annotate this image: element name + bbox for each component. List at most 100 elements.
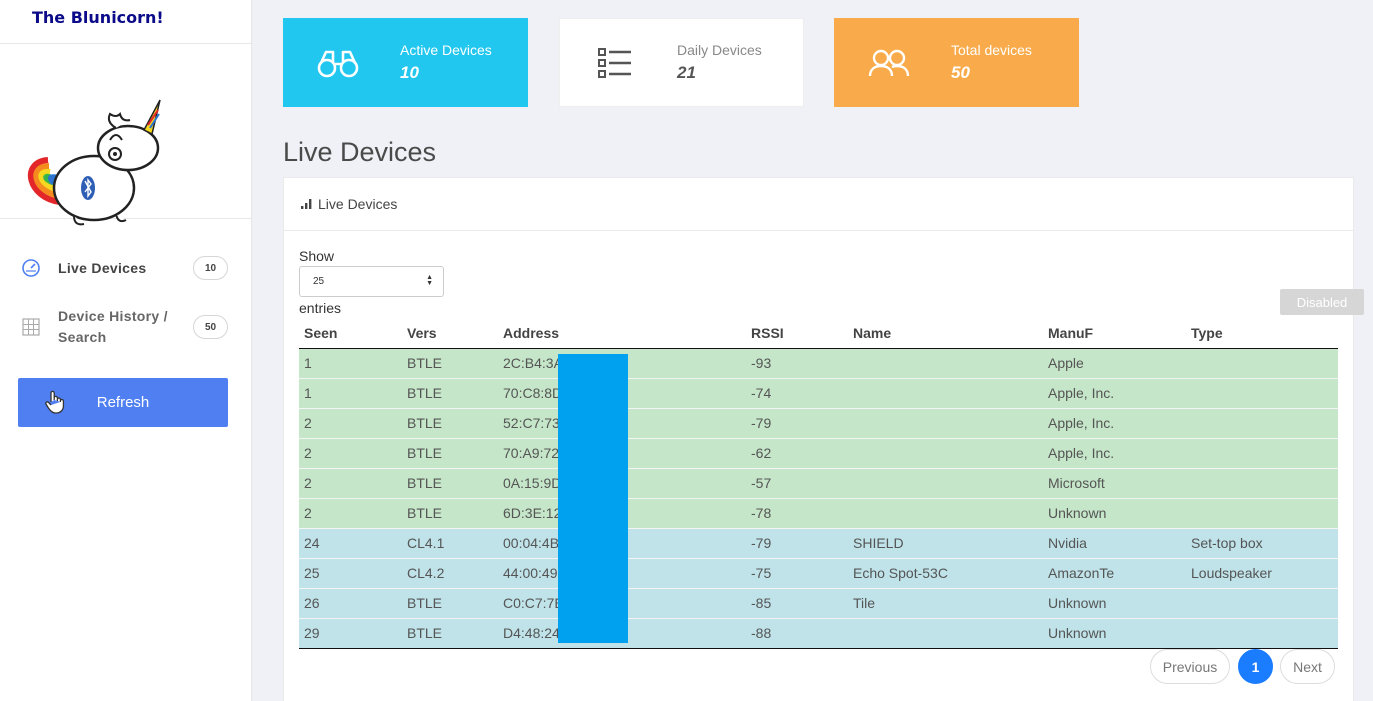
page-size-select[interactable]: 25 ▲ ▼ — [299, 266, 444, 297]
page-1-button[interactable]: 1 — [1238, 649, 1273, 684]
disabled-tooltip: Disabled — [1280, 289, 1364, 315]
cell-vers: BTLE — [402, 617, 498, 649]
card-label: Total devices — [951, 42, 1032, 58]
table-row: 2 BTLE 52:C7:73 -79 Apple, Inc. — [299, 407, 1338, 438]
count-badge: 10 — [193, 256, 228, 280]
cell-vers: BTLE — [402, 377, 498, 408]
sidebar-item-label: Device History / Search — [58, 308, 168, 345]
cell-manuf: Apple, Inc. — [1043, 377, 1186, 408]
panel-header: Live Devices — [284, 178, 1353, 231]
cell-name — [848, 617, 1043, 649]
card-label: Daily Devices — [677, 42, 762, 58]
cell-seen: 29 — [299, 617, 402, 649]
cell-rssi: -93 — [746, 347, 848, 378]
cell-vers: BTLE — [402, 587, 498, 618]
cell-seen: 1 — [299, 347, 402, 378]
card-value: 10 — [400, 63, 419, 82]
refresh-button[interactable]: Refresh — [18, 378, 228, 427]
table-row: 26 BTLE C0:C7:7E -85 Tile Unknown — [299, 587, 1338, 618]
cell-seen: 2 — [299, 497, 402, 528]
sidebar-item-device-history[interactable]: Device History / Search 50 — [0, 296, 251, 358]
cell-seen: 2 — [299, 467, 402, 498]
cell-type — [1186, 467, 1338, 498]
cell-manuf: Unknown — [1043, 617, 1186, 649]
sidebar-nav: Live Devices 10 Device History / Search … — [0, 219, 251, 358]
table-row: 29 BTLE D4:48:24 -88 Unknown — [299, 617, 1338, 649]
cell-rssi: -88 — [746, 617, 848, 649]
list-icon — [560, 47, 670, 78]
cell-type — [1186, 407, 1338, 438]
app-title: The Blunicorn! — [0, 0, 251, 44]
cell-vers: BTLE — [402, 497, 498, 528]
cell-manuf: AmazonTe — [1043, 557, 1186, 588]
cell-vers: CL4.1 — [402, 527, 498, 558]
unicorn-logo — [27, 99, 161, 226]
total-devices-card: Total devices 50 — [834, 18, 1079, 107]
table-row: 2 BTLE 70:A9:72 -62 Apple, Inc. — [299, 437, 1338, 468]
page-size-value: 25 — [313, 276, 325, 287]
cell-rssi: -57 — [746, 467, 848, 498]
cell-type — [1186, 587, 1338, 618]
column-header-address[interactable]: Address — [498, 318, 746, 349]
column-header-name[interactable]: Name — [848, 318, 1043, 349]
cell-manuf: Apple, Inc. — [1043, 437, 1186, 468]
cell-name: Echo Spot-53C — [848, 557, 1043, 588]
card-label: Active Devices — [400, 42, 492, 58]
refresh-label: Refresh — [96, 394, 150, 411]
cell-vers: BTLE — [402, 467, 498, 498]
daily-devices-card: Daily Devices 21 — [559, 18, 804, 107]
cell-vers: BTLE — [402, 407, 498, 438]
cell-type — [1186, 437, 1338, 468]
cell-manuf: Nvidia — [1043, 527, 1186, 558]
dashboard-gauge-icon — [20, 257, 42, 279]
cell-name — [848, 497, 1043, 528]
column-header-vers[interactable]: Vers — [402, 318, 498, 349]
count-badge: 50 — [193, 315, 228, 339]
card-value: 21 — [677, 63, 696, 82]
cell-name — [848, 377, 1043, 408]
column-header-seen[interactable]: Seen — [299, 318, 402, 349]
devices-table: Seen Vers Address RSSI Name ManuF Type 1… — [299, 318, 1338, 649]
table-row: 24 CL4.1 00:04:4B -79 SHIELD Nvidia Set-top bo… — [299, 527, 1338, 558]
users-icon — [834, 49, 944, 77]
cell-vers: BTLE — [402, 347, 498, 378]
cell-seen: 2 — [299, 407, 402, 438]
column-header-type[interactable]: Type — [1186, 318, 1338, 349]
cell-type — [1186, 497, 1338, 528]
cell-name — [848, 407, 1043, 438]
page-title: Live Devices — [283, 137, 437, 167]
table-row: 2 BTLE 0A:15:9D -57 Microsoft — [299, 467, 1338, 498]
cell-rssi: -74 — [746, 377, 848, 408]
table-row: 2 BTLE 6D:3E:12 -78 Unknown — [299, 497, 1338, 528]
live-devices-panel: Live Devices Show 25 ▲ ▼ entries Seen Ver… — [283, 177, 1354, 701]
cell-seen: 24 — [299, 527, 402, 558]
cell-rssi: -78 — [746, 497, 848, 528]
cell-manuf: Microsoft — [1043, 467, 1186, 498]
sidebar-item-live-devices[interactable]: Live Devices 10 — [0, 243, 251, 293]
panel-title: Live Devices — [318, 196, 398, 212]
table-row: 25 CL4.2 44:00:49 -75 Echo Spot-53C AmazonTe L… — [299, 557, 1338, 588]
table-header-row: Seen Vers Address RSSI Name ManuF Type — [299, 318, 1338, 349]
previous-page-button[interactable]: Previous — [1150, 649, 1230, 684]
column-header-manuf[interactable]: ManuF — [1043, 318, 1186, 349]
cell-seen: 1 — [299, 377, 402, 408]
cell-rssi: -75 — [746, 557, 848, 588]
cell-name: Tile — [848, 587, 1043, 618]
column-header-rssi[interactable]: RSSI — [746, 318, 848, 349]
cell-seen: 26 — [299, 587, 402, 618]
sort-arrows-icon: ▲ ▼ — [426, 274, 433, 287]
sidebar: The Blunicorn! Live Devices 10 Device Hi… — [0, 0, 252, 701]
cell-rssi: -79 — [746, 527, 848, 558]
cell-manuf: Apple, Inc. — [1043, 407, 1186, 438]
cell-type: Loudspeaker — [1186, 557, 1338, 588]
sidebar-item-label: Live Devices — [58, 259, 147, 276]
cell-type — [1186, 377, 1338, 408]
entries-label: entries — [299, 300, 342, 316]
table-row: 1 BTLE 70:C8:8D -74 Apple, Inc. — [299, 377, 1338, 408]
binoculars-icon — [283, 47, 393, 79]
grid-icon — [20, 316, 42, 338]
hand-pointer-icon — [44, 390, 66, 418]
next-page-button[interactable]: Next — [1280, 649, 1335, 684]
active-devices-card: Active Devices 10 — [283, 18, 528, 107]
cell-name — [848, 347, 1043, 378]
